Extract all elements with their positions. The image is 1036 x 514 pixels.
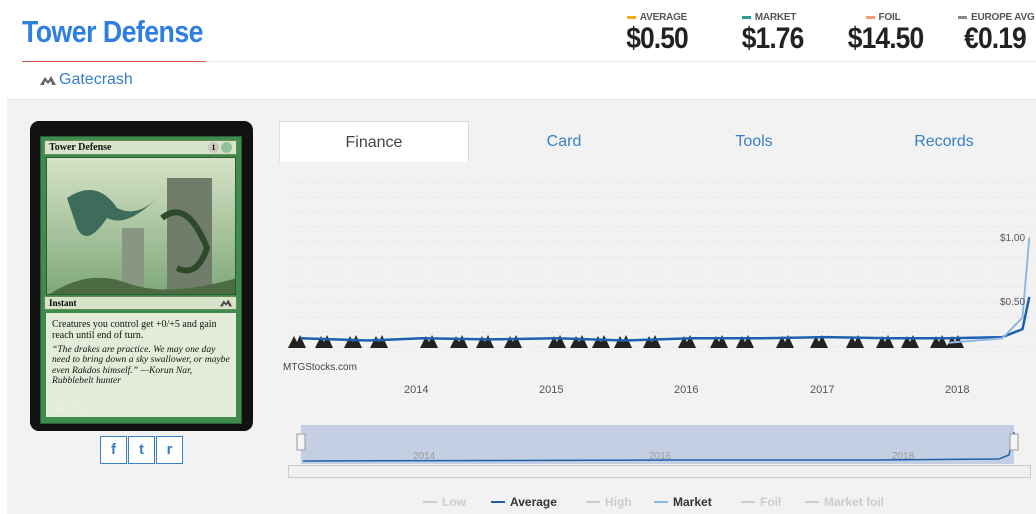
navigator-tick-label: 2014 [413,451,436,462]
set-release-marker-icon [288,335,306,348]
price-foil: FOIL $14.50 [843,12,924,56]
chart-scrollbar[interactable] [288,465,1031,478]
card-text-box: Creatures you control get +0/+5 and gain… [46,313,236,417]
twitter-share-button[interactable]: t [128,436,155,464]
header-divider [206,61,1036,62]
market-foil-line-icon [805,501,819,503]
legend-item-market-foil[interactable]: Market foil [805,495,884,509]
low-line-icon [423,501,437,503]
twitter-icon: t [139,441,144,458]
facebook-share-button[interactable]: f [100,436,127,464]
set-release-marker-icon [315,335,333,348]
set-release-marker-icon [930,335,948,348]
price-market: MARKET $1.76 [738,12,805,56]
legend-high-label: High [605,495,632,509]
legend-item-low[interactable]: Low [423,495,466,509]
series-line-average [300,296,1031,342]
legend-item-high[interactable]: High [586,495,632,509]
market-dash-icon [741,15,751,19]
europe-dash-icon [958,15,967,19]
price-europe-avg: EUROPE AVG €0.19 [958,12,1035,56]
x-tick-label: 2014 [404,384,429,396]
card-artwork [46,157,236,295]
set-release-marker-icon [710,335,728,348]
set-release-marker-icon [344,335,362,348]
legend-item-average[interactable]: Average [491,495,557,509]
high-line-icon [586,501,600,503]
foil-line-icon [741,501,755,503]
set-link[interactable]: Gatecrash [40,71,133,89]
card-flavor-text: “The drakes are practice. We may one day… [52,344,230,387]
card-name-text: Tower Defense [49,142,112,153]
legend-market-label: Market [673,495,712,509]
card-rules-text: Creatures you control get +0/+5 and gain… [52,319,217,341]
card-name-bar: Tower Defense 1 [44,140,237,155]
set-release-marker-icon [450,335,468,348]
reddit-share-button[interactable]: r [156,436,183,464]
navigator-tick-label: 2018 [892,451,915,462]
chart-watermark: MTGStocks.com [283,362,357,373]
legend-average-label: Average [510,495,557,509]
set-release-marker-icon [570,335,588,348]
gatecrash-set-symbol-icon [220,299,232,307]
y-tick-label: $1.00 [1000,233,1026,244]
legend-foil-label: Foil [760,495,782,509]
tab-tools[interactable]: Tools [659,121,849,162]
price-foil-value: $14.50 [847,22,924,55]
foil-dash-icon [865,15,875,19]
mana-cost: 1 [208,142,232,153]
set-release-marker-icon [901,335,919,348]
price-average-value: $0.50 [626,22,689,55]
card-artist: Seb McKinnon [54,406,94,412]
set-release-marker-icon [476,335,494,348]
set-release-marker-icon [420,335,438,348]
facebook-icon: f [111,441,116,458]
set-release-marker-icon [643,335,661,348]
navigator-tick-label: 2016 [649,451,672,462]
y-tick-label: $0.50 [1000,297,1026,308]
market-line-icon [654,501,668,503]
price-europe-value: €0.19 [964,22,1027,55]
average-line-icon [491,501,505,503]
set-release-marker-icon [504,335,522,348]
tab-card[interactable]: Card [469,121,659,162]
set-name: Gatecrash [59,71,133,88]
legend-market-foil-label: Market foil [824,495,885,509]
set-release-marker-icon [678,335,696,348]
set-release-marker-icon [592,335,610,348]
legend-item-market[interactable]: Market [654,495,712,509]
x-tick-label: 2016 [674,384,699,396]
legend-low-label: Low [442,495,466,509]
set-release-marker-icon [548,335,566,348]
page-title: Tower Defense [22,14,203,49]
legend-item-foil[interactable]: Foil [741,495,781,509]
x-tick-label: 2017 [810,384,835,396]
tab-records[interactable]: Records [849,121,1036,162]
price-market-value: $1.76 [741,22,805,55]
card-type-text: Instant [49,298,77,308]
title-underline [22,61,206,62]
card-type-bar: Instant [44,296,237,310]
average-dash-icon [626,15,636,19]
price-average: AVERAGE $0.50 [622,12,692,56]
tab-finance[interactable]: Finance [279,121,469,162]
x-tick-label: 2018 [945,384,970,396]
series-line-market [948,237,1031,344]
green-mana-icon [221,142,232,153]
generic-mana-icon: 1 [208,142,219,153]
set-release-marker-icon [736,335,754,348]
gatecrash-set-icon [40,75,56,85]
x-tick-label: 2015 [539,384,564,396]
reddit-icon: r [166,441,173,458]
